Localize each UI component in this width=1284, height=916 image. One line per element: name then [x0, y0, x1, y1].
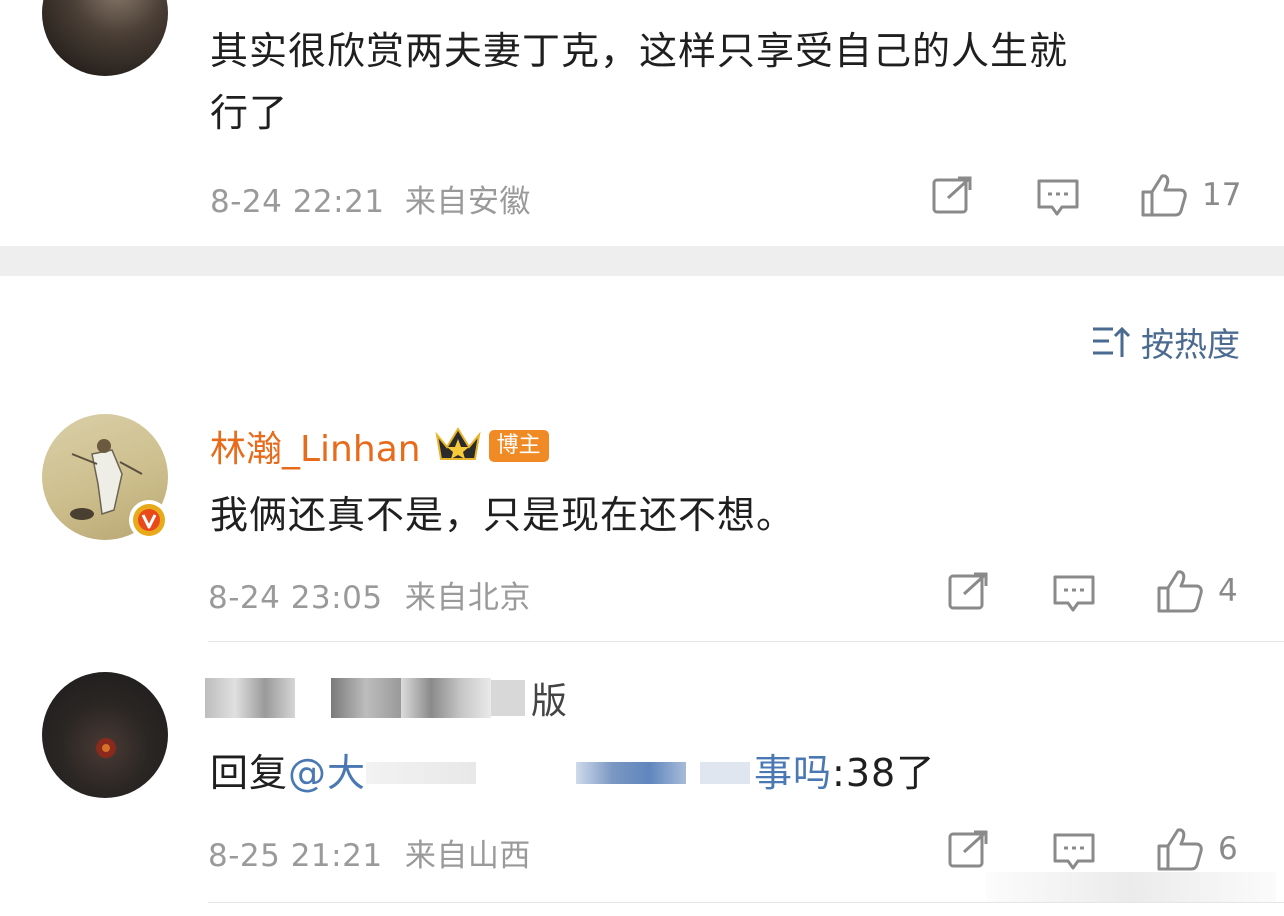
section-separator — [0, 246, 1284, 276]
reply-button[interactable] — [1052, 574, 1096, 614]
sort-button[interactable]: 按热度 — [1091, 318, 1240, 366]
share-icon — [948, 572, 988, 610]
verified-badge — [129, 500, 169, 540]
verified-icon — [133, 504, 165, 536]
like-button[interactable]: 6 — [1156, 826, 1238, 872]
reply-button[interactable] — [1052, 832, 1096, 872]
comment-divider — [208, 902, 1284, 903]
mention-link[interactable]: @大 事吗 — [288, 742, 832, 804]
blogger-badge: 博主 — [488, 430, 549, 462]
comment-divider — [208, 641, 1284, 642]
location: 来自山西 — [404, 838, 531, 874]
comment-icon — [1037, 179, 1079, 216]
like-icon — [1157, 570, 1203, 613]
like-icon — [1141, 174, 1187, 217]
comment-icon — [1053, 833, 1095, 870]
comment-text: 回复 @大 事吗 :38了 — [210, 742, 935, 804]
like-button[interactable]: 17 — [1140, 172, 1241, 218]
location: 来自安徽 — [404, 184, 531, 220]
reply-button[interactable] — [1036, 178, 1080, 218]
share-icon — [932, 176, 972, 214]
reply-body: :38了 — [832, 751, 936, 795]
comment-meta: 8-24 22:21 来自安徽 — [210, 176, 531, 221]
username[interactable]: 林瀚_Linhan 博主 — [210, 420, 549, 472]
location: 来自北京 — [404, 580, 531, 616]
timestamp: 8-24 23:05 — [208, 580, 383, 616]
comment-meta: 8-24 23:05 来自北京 — [208, 572, 531, 617]
comment-icon — [1053, 575, 1095, 612]
share-button[interactable] — [948, 830, 990, 868]
share-icon — [948, 830, 988, 868]
username-blurred[interactable]: 版 — [205, 676, 567, 722]
like-icon — [1157, 828, 1203, 871]
like-button[interactable]: 4 — [1156, 568, 1238, 614]
watermark — [986, 872, 1276, 902]
comment-text: 其实很欣赏两夫妻丁克，这样只享受自己的人生就 行了 — [210, 29, 1069, 135]
like-count: 17 — [1202, 177, 1242, 213]
like-count: 6 — [1218, 831, 1238, 867]
comment-text: 我俩还真不是，只是现在还不想。 — [210, 493, 796, 537]
share-button[interactable] — [932, 176, 974, 214]
share-button[interactable] — [948, 572, 990, 610]
sort-label: 按热度 — [1141, 325, 1240, 364]
avatar[interactable] — [42, 672, 168, 798]
avatar[interactable] — [42, 0, 168, 76]
timestamp: 8-25 21:21 — [208, 838, 383, 874]
avatar-illustration — [96, 738, 116, 758]
comment-meta: 8-25 21:21 来自山西 — [208, 830, 531, 875]
username-tail: 版 — [531, 681, 568, 722]
like-count: 4 — [1218, 573, 1238, 609]
crown-icon — [434, 427, 481, 460]
reply-prefix: 回复 — [210, 751, 289, 795]
timestamp: 8-24 22:21 — [210, 184, 385, 220]
sort-icon — [1093, 326, 1131, 357]
